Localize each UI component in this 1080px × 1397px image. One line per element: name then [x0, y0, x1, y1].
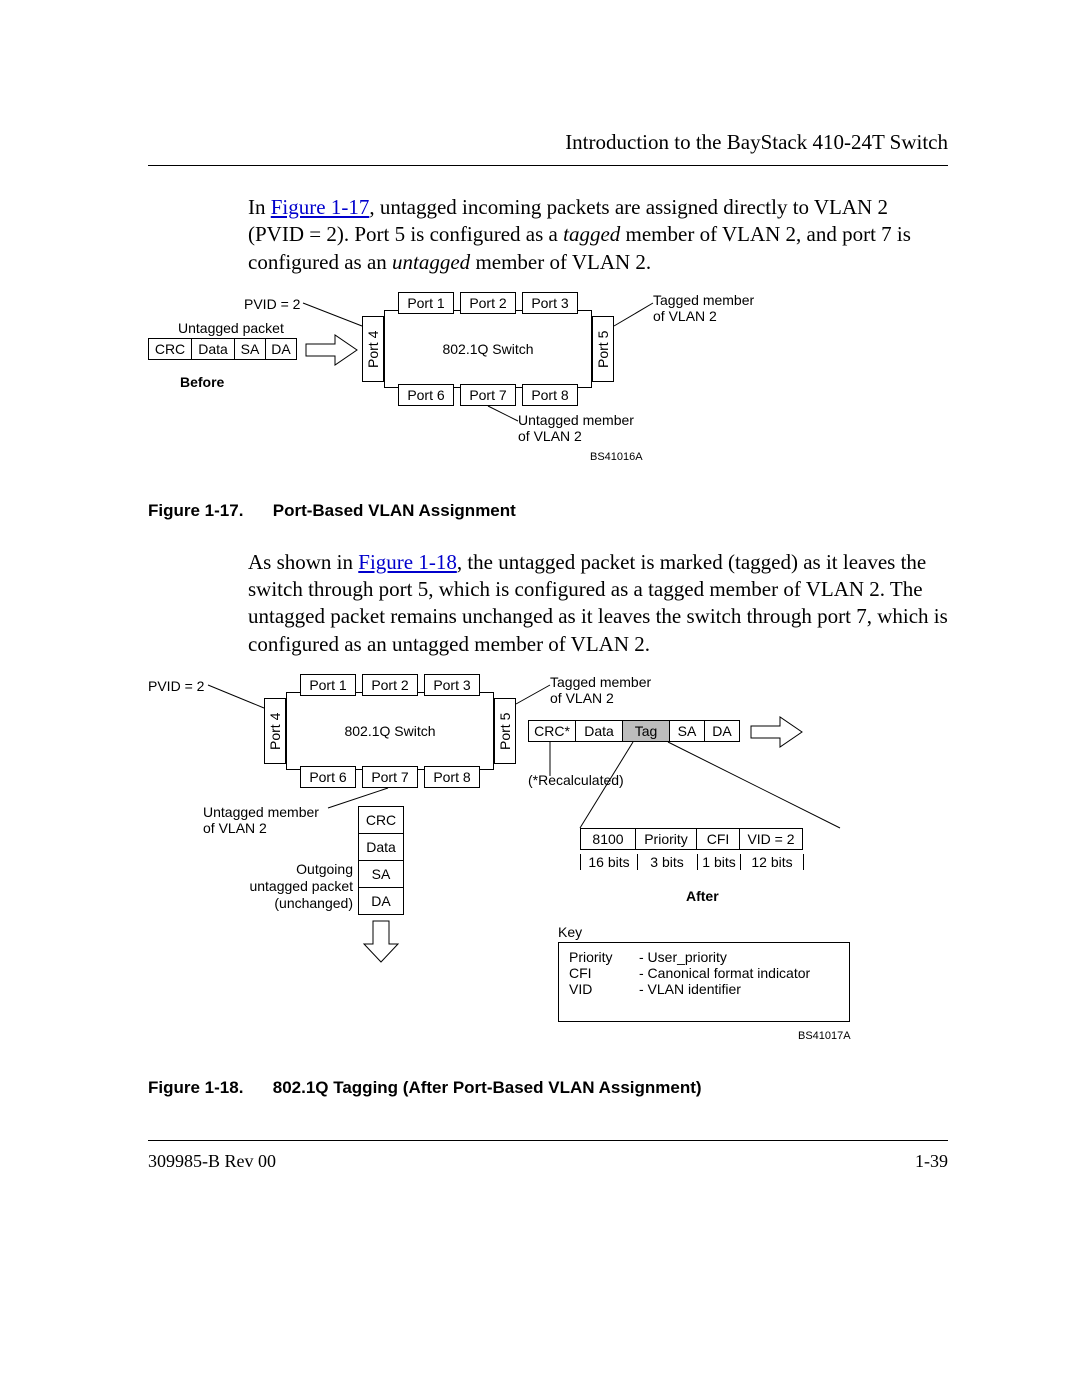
tag-bits-1: 1 bits: [698, 854, 741, 870]
pkt-crc: CRC: [148, 338, 192, 360]
pvid-label: PVID = 2: [148, 678, 204, 694]
key-v3: - VLAN identifier: [639, 981, 741, 997]
tagged-pkt-tag: Tag: [622, 720, 670, 742]
untagged-member-label: Untagged member of VLAN 2: [203, 804, 319, 836]
key-v2: - Canonical format indicator: [639, 965, 810, 981]
outgoing-label-2: untagged packet: [238, 878, 353, 894]
port-4: Port 4: [362, 316, 384, 382]
link-figure-1-18[interactable]: Figure 1-18: [358, 550, 457, 574]
footer-rule: [148, 1140, 948, 1141]
para1-tagged: tagged: [563, 222, 620, 246]
port-4: Port 4: [264, 698, 286, 764]
para1-mid3: member of VLAN 2.: [470, 250, 651, 274]
figure-1-17-caption: Figure 1-17. Port-Based VLAN Assignment: [148, 501, 948, 521]
fig18-caption-num: Figure 1-18.: [148, 1078, 268, 1098]
tag-bits-16: 16 bits: [580, 854, 638, 870]
para2-pre: As shown in: [248, 550, 358, 574]
arrow-icon: [303, 332, 361, 368]
port-1: Port 1: [398, 292, 454, 314]
key-title: Key: [558, 924, 582, 940]
header-rule: [148, 165, 948, 166]
port-1: Port 1: [300, 674, 356, 696]
key-k2: CFI: [569, 965, 639, 981]
tagged-pkt-crc: CRC*: [528, 720, 576, 742]
figure-1-17: PVID = 2 Untagged packet CRC Data SA DA …: [148, 296, 948, 491]
tag-bits-12: 12 bits: [741, 854, 804, 870]
vpkt-da: DA: [358, 887, 404, 915]
outgoing-label-1: Outgoing: [248, 861, 353, 877]
key-v1: - User_priority: [639, 949, 727, 965]
figure-1-18-caption: Figure 1-18. 802.1Q Tagging (After Port-…: [148, 1078, 948, 1098]
recalculated-label: (*Recalculated): [528, 772, 624, 788]
switch-box: 802.1Q Switch: [286, 692, 494, 770]
link-figure-1-17[interactable]: Figure 1-17: [271, 195, 370, 219]
arrow-down-icon: [361, 918, 401, 966]
footer-left: 309985-B Rev 00: [148, 1151, 276, 1172]
untagged-packet-label: Untagged packet: [178, 320, 284, 336]
untagged-member-label: Untagged member of VLAN 2: [518, 412, 634, 444]
key-k3: VID: [569, 981, 639, 997]
fig17-caption-num: Figure 1-17.: [148, 501, 268, 521]
switch-box: 802.1Q Switch: [384, 310, 592, 388]
vpkt-data: Data: [358, 833, 404, 861]
port-5: Port 5: [592, 316, 614, 382]
tagged-member-label: Tagged member of VLAN 2: [550, 674, 651, 706]
para1-untagged: untagged: [392, 250, 470, 274]
key-box: Priority- User_priority CFI- Canonical f…: [558, 942, 850, 1022]
port-3: Port 3: [522, 292, 578, 314]
outgoing-label-3: (unchanged): [248, 895, 353, 911]
port-7: Port 7: [460, 384, 516, 406]
vpkt-crc: CRC: [358, 806, 404, 834]
tagged-pkt-data: Data: [575, 720, 623, 742]
tag-field-vid: VID = 2: [739, 828, 803, 850]
fig18-caption-txt: 802.1Q Tagging (After Port-Based VLAN As…: [273, 1078, 702, 1097]
tag-bits-3: 3 bits: [637, 854, 698, 870]
vpkt-sa: SA: [358, 860, 404, 888]
page-footer: 309985-B Rev 00 1-39: [148, 1140, 948, 1172]
page-header: Introduction to the BayStack 410-24T Swi…: [148, 130, 948, 155]
port-7: Port 7: [362, 766, 418, 788]
tag-field-priority: Priority: [635, 828, 697, 850]
figure-1-18: PVID = 2 802.1Q Switch Port 4 Port 5 Por…: [148, 678, 948, 1068]
port-6: Port 6: [300, 766, 356, 788]
port-3: Port 3: [424, 674, 480, 696]
paragraph-2: As shown in Figure 1-18, the untagged pa…: [248, 549, 948, 658]
tag-field-cfi: CFI: [696, 828, 740, 850]
port-2: Port 2: [460, 292, 516, 314]
para1-pre: In: [248, 195, 271, 219]
tagged-member-label: Tagged member of VLAN 2: [653, 292, 754, 324]
pvid-label: PVID = 2: [244, 296, 300, 312]
figure-code: BS41017A: [798, 1030, 851, 1042]
fig17-caption-txt: Port-Based VLAN Assignment: [273, 501, 516, 520]
pkt-da: DA: [265, 338, 297, 360]
pkt-data: Data: [191, 338, 235, 360]
tagged-pkt-da: DA: [704, 720, 740, 742]
arrow-icon: [748, 714, 806, 750]
tagged-pkt-sa: SA: [669, 720, 705, 742]
pkt-sa: SA: [234, 338, 266, 360]
port-8: Port 8: [522, 384, 578, 406]
key-k1: Priority: [569, 949, 639, 965]
paragraph-1: In Figure 1-17, untagged incoming packet…: [248, 194, 948, 276]
tag-field-8100: 8100: [580, 828, 636, 850]
footer-right: 1-39: [915, 1151, 948, 1172]
port-5: Port 5: [494, 698, 516, 764]
port-6: Port 6: [398, 384, 454, 406]
after-label: After: [686, 888, 719, 904]
port-8: Port 8: [424, 766, 480, 788]
port-2: Port 2: [362, 674, 418, 696]
figure-code: BS41016A: [590, 451, 643, 463]
before-label: Before: [180, 374, 224, 390]
